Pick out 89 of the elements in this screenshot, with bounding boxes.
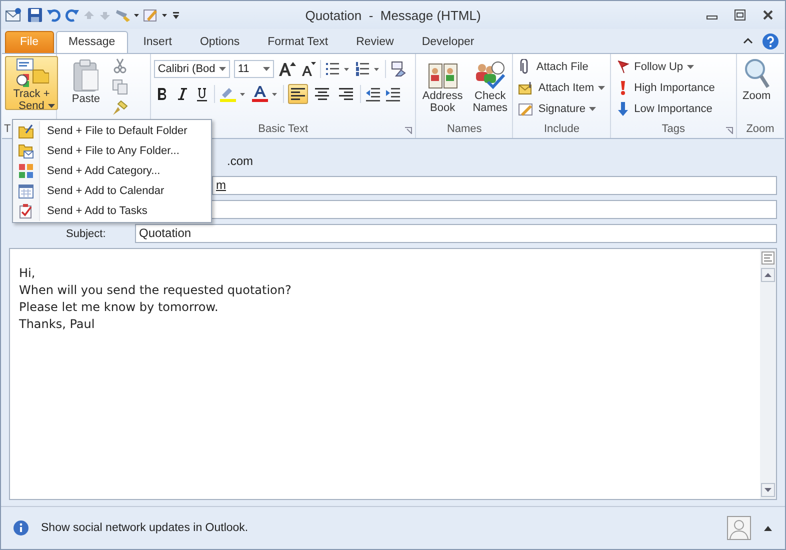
window-title: Quotation - Message (HTML) bbox=[304, 8, 482, 22]
scissors-icon[interactable] bbox=[112, 58, 128, 74]
to-field[interactable]: m bbox=[212, 176, 777, 195]
expand-up-icon[interactable] bbox=[763, 524, 773, 532]
low-importance-button[interactable]: Low Importance bbox=[614, 100, 714, 118]
ribbon-tab[interactable]: Review bbox=[343, 31, 407, 53]
menu-item[interactable]: Send + File to Any Folder... bbox=[13, 141, 211, 161]
undo-icon[interactable] bbox=[47, 7, 61, 23]
person-icon[interactable] bbox=[727, 516, 751, 540]
subject-label: Subject: bbox=[66, 228, 106, 240]
scroll-up-icon[interactable] bbox=[761, 268, 775, 282]
clipboard-icon bbox=[71, 59, 101, 93]
maximize-icon[interactable] bbox=[733, 8, 747, 22]
caret-icon bbox=[598, 86, 605, 90]
people-check-icon bbox=[474, 60, 506, 90]
calendar-icon bbox=[18, 183, 34, 199]
format-painter-icon[interactable] bbox=[112, 100, 128, 116]
font-color-icon[interactable] bbox=[250, 86, 279, 102]
align-left-icon[interactable] bbox=[288, 84, 308, 104]
caret-icon bbox=[589, 107, 596, 111]
tracking-icon bbox=[14, 58, 48, 88]
ribbon-tab[interactable]: Message bbox=[56, 31, 128, 53]
ribbon-tab[interactable]: Options bbox=[186, 31, 253, 53]
shrink-font-icon[interactable] bbox=[300, 61, 316, 77]
group-label: Basic Text bbox=[258, 123, 308, 137]
attach-item-button[interactable]: Attach Item bbox=[516, 79, 607, 97]
body-text-line: When will you send the requested quotation? bbox=[19, 282, 292, 299]
folder-envelope-icon bbox=[18, 143, 34, 159]
zoom-button[interactable]: Zoom bbox=[740, 56, 774, 104]
caret-icon bbox=[48, 104, 55, 108]
track-send-button[interactable]: Track + Send bbox=[5, 56, 58, 110]
attach-file-button[interactable]: Attach File bbox=[516, 58, 590, 76]
scroll-down-icon[interactable] bbox=[761, 483, 775, 497]
font-name-field[interactable]: Calibri (Bod bbox=[154, 60, 230, 78]
paste-button[interactable]: Paste bbox=[68, 56, 104, 107]
message-body[interactable]: Hi, When will you send the requested quotation? Please let me know by tomorrow. Thanks, Paul bbox=[9, 248, 777, 500]
menu-item[interactable]: Send + File to Default Folder bbox=[13, 121, 211, 141]
menu-item[interactable]: Send + Add to Tasks bbox=[13, 201, 211, 221]
decrease-indent-icon[interactable] bbox=[364, 86, 381, 102]
group-label: T bbox=[4, 123, 11, 137]
from-address: .com bbox=[227, 154, 254, 168]
status-message: Show social network updates in Outlook. bbox=[41, 522, 248, 534]
flag-icon bbox=[616, 59, 630, 75]
increase-indent-icon[interactable] bbox=[384, 86, 401, 102]
ribbon-tab[interactable]: Format Text bbox=[254, 31, 342, 53]
checklist-icon bbox=[18, 203, 34, 219]
grow-font-icon[interactable] bbox=[278, 61, 296, 77]
high-importance-button[interactable]: High Importance bbox=[614, 79, 717, 97]
group-label: Include bbox=[544, 123, 580, 137]
ribbon-tab[interactable]: Insert bbox=[130, 31, 185, 53]
help-icon[interactable] bbox=[762, 32, 779, 50]
check-names-button[interactable]: Check Names bbox=[470, 58, 511, 116]
subject-field[interactable]: Quotation bbox=[135, 224, 777, 243]
category-grid-icon bbox=[18, 163, 34, 179]
ribbon-tab[interactable]: Developer bbox=[408, 31, 488, 53]
address-book-button[interactable]: Address Book bbox=[419, 58, 466, 116]
caret-icon bbox=[218, 67, 226, 71]
envelope-icon[interactable] bbox=[5, 7, 23, 23]
body-text-line: Hi, bbox=[19, 265, 36, 282]
group-label: Tags bbox=[662, 123, 685, 137]
ruler-icon[interactable] bbox=[761, 251, 775, 265]
recipient-name[interactable]: m bbox=[216, 178, 226, 192]
group-label: Zoom bbox=[746, 123, 774, 137]
magnifier-icon bbox=[742, 58, 771, 90]
caret-icon bbox=[262, 67, 270, 71]
numbering-icon[interactable] bbox=[354, 61, 381, 77]
menu-item[interactable]: Send + Add Category... bbox=[13, 161, 211, 181]
info-icon bbox=[13, 520, 29, 536]
body-text-line: Please let me know by tomorrow. bbox=[19, 299, 220, 316]
caret-icon bbox=[687, 65, 694, 69]
group-label: Names bbox=[446, 123, 482, 137]
clear-formatting-icon[interactable] bbox=[390, 61, 408, 77]
bullets-icon[interactable] bbox=[324, 61, 351, 77]
down-arrow-icon bbox=[616, 101, 630, 117]
menu-item[interactable]: Send + Add to Calendar bbox=[13, 181, 211, 201]
font-size-field[interactable]: 11 bbox=[234, 60, 274, 78]
save-icon[interactable] bbox=[27, 7, 43, 23]
dialog-launcher-icon[interactable] bbox=[405, 127, 412, 134]
signature-button[interactable]: Signature bbox=[516, 100, 598, 118]
follow-up-button[interactable]: Follow Up bbox=[614, 58, 696, 76]
body-text-line: Thanks, Paul bbox=[19, 316, 96, 333]
folder-icon bbox=[18, 123, 34, 139]
envelope-icon bbox=[518, 80, 534, 96]
close-icon[interactable] bbox=[761, 8, 775, 22]
dialog-launcher-icon[interactable] bbox=[726, 127, 733, 134]
pencil-icon bbox=[518, 101, 534, 117]
redo-icon[interactable] bbox=[65, 7, 79, 23]
copy-icon[interactable] bbox=[112, 79, 128, 95]
scrollbar[interactable] bbox=[760, 249, 776, 499]
